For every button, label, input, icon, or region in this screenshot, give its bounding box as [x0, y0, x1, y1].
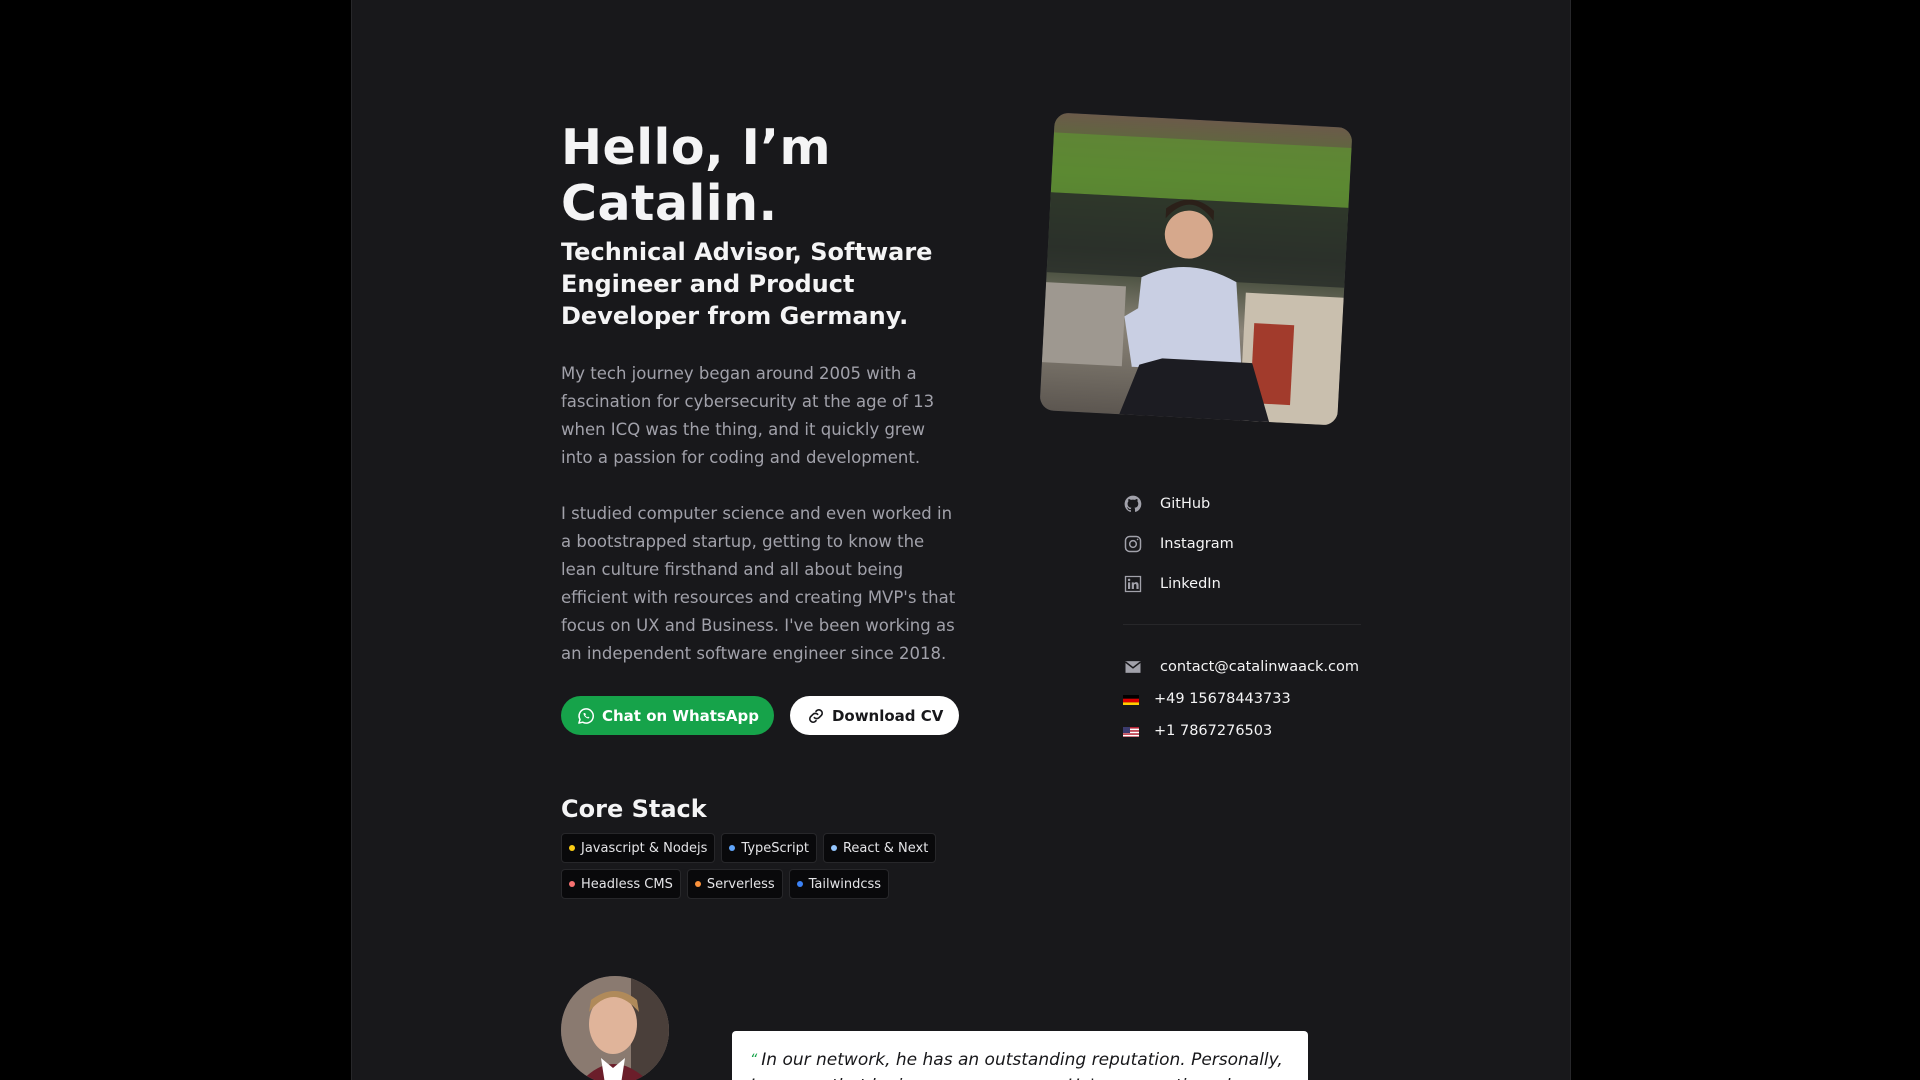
stack-tag: Serverless: [686, 869, 783, 899]
contact-section: contact@catalinwaack.com +49 15678443733…: [1123, 651, 1383, 747]
germany-flag-icon: [1123, 694, 1139, 705]
stack-tag: Headless CMS: [561, 869, 681, 899]
tag-dot: [694, 881, 701, 887]
bio-paragraph-1: My tech journey began around 2005 with a…: [561, 364, 935, 467]
tag-label: Tailwindcss: [808, 876, 882, 892]
link-icon: [808, 708, 823, 723]
hero-section: Hello, I’m Catalin. Technical Advisor, S…: [561, 120, 981, 899]
linkedin-link[interactable]: LinkedIn: [1123, 564, 1363, 604]
instagram-icon: [1124, 535, 1142, 553]
tag-label: Serverless: [706, 876, 775, 892]
social-links: GitHub Instagram LinkedIn: [1123, 484, 1363, 604]
stack-tag: React & Next: [822, 833, 937, 863]
tag-dot: [796, 881, 803, 887]
profile-photo: [1039, 112, 1353, 426]
tag-label: React & Next: [842, 840, 929, 856]
tag-label: TypeScript: [741, 840, 809, 856]
stack-tag: Javascript & Nodejs: [561, 833, 716, 863]
download-cv-button[interactable]: Download CV: [789, 696, 960, 735]
phone-de: +49 15678443733: [1154, 691, 1291, 707]
github-icon: [1124, 495, 1142, 512]
mail-icon: [1125, 661, 1141, 673]
profile-photo-image: [1039, 112, 1353, 426]
whatsapp-button[interactable]: Chat on WhatsApp: [561, 696, 774, 735]
linkedin-icon: [1124, 575, 1142, 593]
usa-flag-icon: [1123, 726, 1139, 737]
tag-label: Headless CMS: [581, 876, 673, 892]
email-link[interactable]: contact@catalinwaack.com: [1123, 651, 1383, 683]
core-stack-title: Core Stack: [561, 795, 707, 823]
github-label: GitHub: [1160, 496, 1211, 512]
phone-us-link[interactable]: +1 7867276503: [1123, 715, 1383, 747]
testimonial-avatar: [561, 976, 669, 1080]
linkedin-label: LinkedIn: [1160, 576, 1221, 592]
tag-dot: [569, 881, 575, 887]
tag-label: Javascript & Nodejs: [581, 840, 708, 856]
email-address: contact@catalinwaack.com: [1160, 659, 1360, 675]
page-container: Hello, I’m Catalin. Technical Advisor, S…: [351, 0, 1571, 1080]
instagram-link[interactable]: Instagram: [1123, 524, 1363, 564]
testimonial-text: In our network, he has an outstanding re…: [750, 1050, 1283, 1080]
github-link[interactable]: GitHub: [1123, 484, 1363, 524]
divider: [1123, 624, 1361, 625]
whatsapp-icon: [578, 707, 594, 724]
avatar-image: [561, 976, 669, 1080]
download-cv-label: Download CV: [831, 706, 944, 725]
tag-dot: [729, 845, 736, 851]
testimonial-quote: “In our network, he has an outstanding r…: [732, 1031, 1308, 1080]
tag-dot: [569, 845, 575, 851]
phone-us: +1 7867276503: [1154, 723, 1273, 739]
instagram-label: Instagram: [1160, 536, 1234, 552]
phone-de-link[interactable]: +49 15678443733: [1123, 683, 1383, 715]
quote-mark: “: [750, 1052, 758, 1068]
stack-tag: TypeScript: [721, 833, 817, 863]
tag-dot: [830, 845, 837, 851]
stack-tag: Tailwindcss: [788, 869, 890, 899]
core-stack-tags: Javascript & Nodejs TypeScript React & N…: [561, 833, 961, 899]
cta-buttons: Chat on WhatsApp Download CV: [561, 696, 981, 735]
hero-subtitle: Technical Advisor, Software Engineer and…: [561, 238, 933, 330]
whatsapp-button-label: Chat on WhatsApp: [602, 706, 759, 725]
bio-paragraph-2: I studied computer science and even work…: [561, 504, 956, 663]
hero-greeting: Hello, I’m Catalin.: [561, 119, 832, 232]
